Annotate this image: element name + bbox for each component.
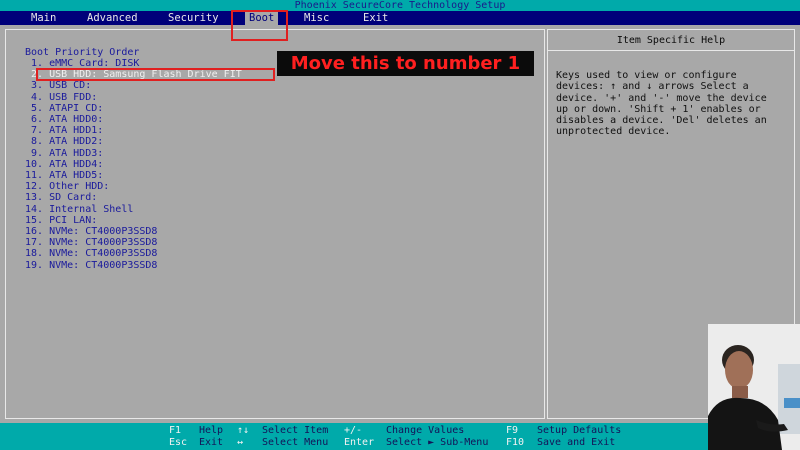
window-title: Phoenix SecureCore Technology Setup [0, 0, 800, 11]
key-leftright: ↔ [237, 437, 244, 448]
key-leftright-desc: Select Menu [262, 437, 329, 448]
menu-bar: Main Advanced Security Boot Misc Exit [0, 11, 800, 25]
boot-item-7[interactable]: 7. ATA HDD1: [25, 125, 103, 136]
help-divider [548, 50, 794, 51]
annotation-label: Move this to number 1 [277, 51, 534, 76]
key-updown: ↑↓ [237, 425, 250, 436]
key-f9: F9 [506, 425, 519, 436]
boot-item-4[interactable]: 4. USB FDD: [25, 92, 97, 103]
boot-priority-panel: Boot Priority Order 1. eMMC Card: DISK 2… [5, 29, 545, 419]
boot-item-9[interactable]: 9. ATA HDD3: [25, 148, 103, 159]
key-f10-desc: Save and Exit [537, 437, 616, 448]
key-f1-desc: Help [199, 425, 224, 436]
boot-item-3[interactable]: 3. USB CD: [25, 80, 91, 91]
menu-security[interactable]: Security [164, 11, 223, 25]
boot-tab-highlight [231, 10, 288, 41]
key-plusminus: +/- [344, 425, 363, 436]
key-f1: F1 [169, 425, 182, 436]
menu-misc[interactable]: Misc [300, 11, 333, 25]
key-help-footer: F1 Help ↑↓ Select Item +/- Change Values… [0, 423, 800, 450]
boot-item-11[interactable]: 11. ATA HDD5: [25, 170, 103, 181]
menu-advanced[interactable]: Advanced [83, 11, 142, 25]
key-enter-desc: Select ► Sub-Menu [386, 437, 489, 448]
section-title: Boot Priority Order [25, 47, 140, 58]
boot-item-15[interactable]: 15. PCI LAN: [25, 215, 97, 226]
key-esc: Esc [169, 437, 188, 448]
key-enter: Enter [344, 437, 375, 448]
boot-item-12[interactable]: 12. Other HDD: [25, 181, 109, 192]
boot-item-6[interactable]: 6. ATA HDD0: [25, 114, 103, 125]
boot-item-19[interactable]: 19. NVMe: CT4000P3SSD8 [25, 260, 157, 271]
menu-main[interactable]: Main [27, 11, 60, 25]
boot-item-17[interactable]: 17. NVMe: CT4000P3SSD8 [25, 237, 157, 248]
boot-item-14[interactable]: 14. Internal Shell [25, 204, 133, 215]
boot-item-8[interactable]: 8. ATA HDD2: [25, 136, 103, 147]
boot-item-13[interactable]: 13. SD Card: [25, 192, 97, 203]
key-f10: F10 [506, 437, 525, 448]
boot-item-18[interactable]: 18. NVMe: CT4000P3SSD8 [25, 248, 157, 259]
boot-item-16[interactable]: 16. NVMe: CT4000P3SSD8 [25, 226, 157, 237]
webcam-overlay [708, 324, 800, 450]
presenter-image [708, 324, 800, 450]
boot-item-5[interactable]: 5. ATAPI CD: [25, 103, 103, 114]
key-esc-desc: Exit [199, 437, 224, 448]
menu-exit[interactable]: Exit [359, 11, 392, 25]
help-text: Keys used to view or configure devices: … [556, 70, 767, 138]
help-title: Item Specific Help [616, 35, 726, 46]
key-f9-desc: Setup Defaults [537, 425, 622, 436]
selected-item-highlight [36, 68, 275, 81]
key-plusminus-desc: Change Values [386, 425, 465, 436]
key-updown-desc: Select Item [262, 425, 329, 436]
boot-item-10[interactable]: 10. ATA HDD4: [25, 159, 103, 170]
